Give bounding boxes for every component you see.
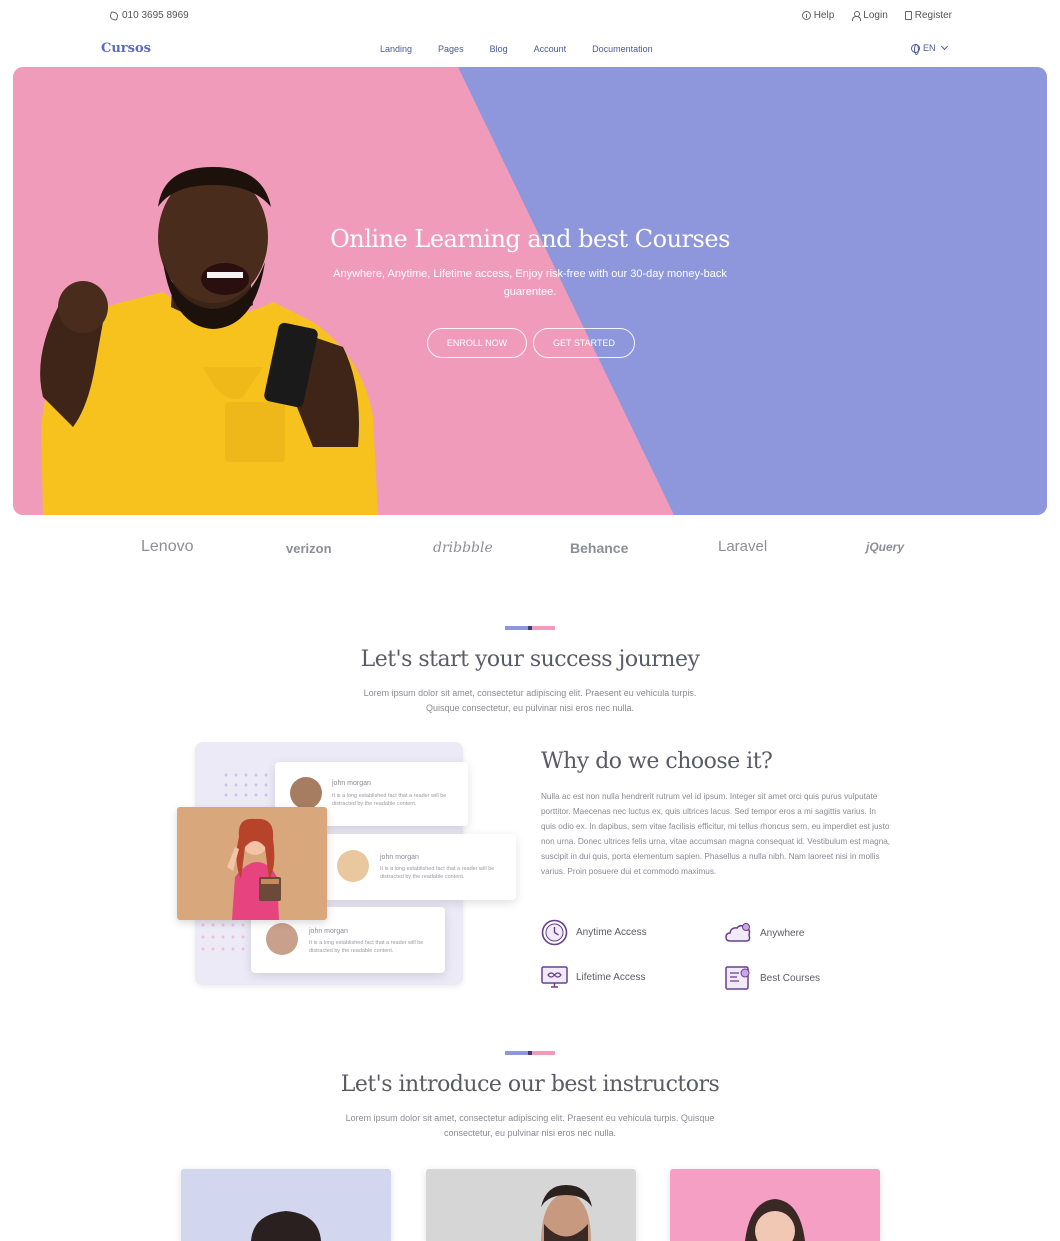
student-illustration <box>177 807 327 920</box>
hero-banner: Online Learning and best Courses Anywher… <box>13 67 1047 515</box>
instructor-photo <box>251 1211 321 1241</box>
student-photo <box>177 807 327 920</box>
feature-best-courses: Best Courses <box>725 965 820 991</box>
instructor-photo <box>745 1199 805 1241</box>
instructor-card[interactable] <box>670 1169 880 1241</box>
section-accent-bar <box>505 1051 555 1055</box>
language-selector[interactable]: EN <box>911 42 948 55</box>
journey-subtitle-line2: Quisque consectetur, eu pulvinar nisi er… <box>425 703 635 713</box>
login-label: Login <box>863 10 888 21</box>
register-link[interactable]: Register <box>904 10 952 21</box>
nav-item-pages[interactable]: Pages <box>438 44 464 54</box>
testimonial-name: john morgan <box>380 854 419 861</box>
instructor-card[interactable] <box>426 1169 636 1241</box>
testimonial-name: john morgan <box>309 928 348 935</box>
instructor-photo <box>541 1185 592 1241</box>
testimonial-card: john morgan It is a long established fac… <box>325 834 516 900</box>
testimonial-text: It is a long established fact that a rea… <box>309 940 424 954</box>
journey-subtitle-line1: Lorem ipsum dolor sit amet, consectetur … <box>363 688 697 698</box>
clock-icon <box>541 919 568 946</box>
certificate-icon <box>725 966 750 990</box>
hero-buttons: ENROLL NOW GET STARTED <box>427 328 635 358</box>
register-label: Register <box>914 10 952 21</box>
instructors-subtitle-line1: Lorem ipsum dolor sit amet, consectetur … <box>345 1113 715 1123</box>
feature-lifetime-access: Lifetime Access <box>541 965 645 989</box>
brand-verizon: verizon <box>286 541 332 556</box>
brand-jquery: jQuery <box>866 540 905 554</box>
instructor-card[interactable] <box>181 1169 391 1241</box>
globe-icon <box>911 43 920 55</box>
user-icon <box>851 11 862 21</box>
dot-pattern <box>224 773 268 797</box>
brand-logos: Lenovo verizon dribbble Behance Laravel … <box>0 538 1060 564</box>
nav-menu: Landing Pages Blog Account Documentation <box>380 44 679 54</box>
nav-item-landing[interactable]: Landing <box>380 44 412 54</box>
brand-lenovo: Lenovo <box>141 538 194 555</box>
journey-title: Let's start your success journey <box>360 647 700 672</box>
help-icon <box>801 11 811 20</box>
login-link[interactable]: Login <box>851 10 888 21</box>
hero-subtitle: Anywhere, Anytime, Lifetime access, Enjo… <box>333 268 727 298</box>
instructors-title: Let's introduce our best instructors <box>340 1072 720 1097</box>
testimonial-text: It is a long established fact that a rea… <box>380 866 495 880</box>
section-accent-bar <box>505 626 555 630</box>
help-label: Help <box>813 10 835 21</box>
feature-anytime-access: Anytime Access <box>541 919 647 946</box>
why-title: Why do we choose it? <box>541 749 773 774</box>
enroll-now-button[interactable]: ENROLL NOW <box>427 328 527 358</box>
journey-subtitle: Lorem ipsum dolor sit amet, consectetur … <box>330 686 730 716</box>
phone-icon <box>109 10 119 21</box>
cloud-location-icon <box>725 923 751 942</box>
nav-item-account[interactable]: Account <box>534 44 567 54</box>
chevron-down-icon <box>940 42 948 51</box>
help-link[interactable]: Help <box>801 10 835 21</box>
brand-laravel: Laravel <box>718 538 768 555</box>
nav-item-documentation[interactable]: Documentation <box>592 44 653 54</box>
top-bar: 010 3695 8969 Help Login Register <box>0 0 1060 30</box>
avatar <box>290 777 322 809</box>
hero-title: Online Learning and best Courses <box>330 225 730 253</box>
testimonial-name: john morgan <box>332 780 371 787</box>
document-icon <box>904 11 912 20</box>
get-started-button[interactable]: GET STARTED <box>533 328 635 358</box>
language-label: EN <box>923 43 936 53</box>
nav-item-blog[interactable]: Blog <box>490 44 508 54</box>
testimonial-text: It is a long established fact that a rea… <box>332 793 447 807</box>
feature-label: Lifetime Access <box>576 971 646 983</box>
avatar <box>337 850 369 882</box>
phone-number: 010 3695 8969 <box>122 10 189 21</box>
instructors-subtitle-line2: consectetur, eu pulvinar nisi eros nec n… <box>443 1128 617 1138</box>
feature-label: Best Courses <box>760 972 821 984</box>
instructors-subtitle: Lorem ipsum dolor sit amet, consectetur … <box>320 1111 740 1141</box>
brand-dribbble: dribbble <box>433 540 493 556</box>
brand-behance: Behance <box>570 540 629 556</box>
why-text: Nulla ac est non nulla hendrerit rutrum … <box>541 792 891 876</box>
avatar <box>266 923 298 955</box>
feature-anywhere: Anywhere <box>725 921 804 945</box>
feature-label: Anywhere <box>760 927 805 939</box>
logo[interactable]: Cursos <box>101 41 151 56</box>
phone-contact[interactable]: 010 3695 8969 <box>109 10 189 21</box>
main-nav: Cursos Landing Pages Blog Account Docume… <box>0 34 1060 64</box>
top-links: Help Login Register <box>801 10 952 21</box>
feature-label: Anytime Access <box>576 927 647 938</box>
infinity-screen-icon <box>541 966 568 988</box>
